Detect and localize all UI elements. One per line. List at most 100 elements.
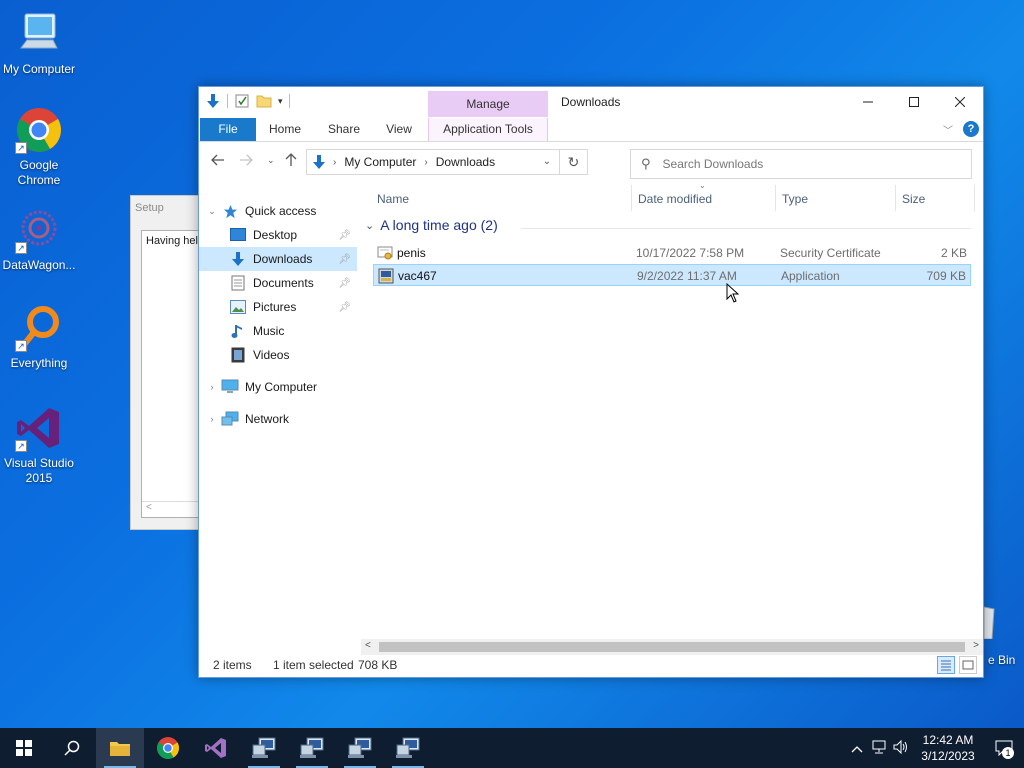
- file-type: Security Certificate: [780, 246, 881, 260]
- nav-item-desktop[interactable]: Desktop 📌︎: [199, 223, 357, 247]
- refresh-icon[interactable]: ↻: [559, 150, 587, 174]
- star-icon: [221, 203, 239, 219]
- scrollbar-thumb[interactable]: [379, 642, 965, 652]
- expand-chevron-icon[interactable]: ›: [203, 382, 221, 392]
- tab-application-tools[interactable]: Application Tools: [428, 118, 548, 141]
- tab-home[interactable]: Home: [261, 118, 309, 141]
- breadcrumb-downloads[interactable]: Downloads: [436, 155, 495, 169]
- pin-icon[interactable]: 📌︎: [338, 230, 351, 241]
- taskbar-setup-app-3[interactable]: [336, 728, 384, 768]
- action-center-button[interactable]: 1: [984, 728, 1024, 768]
- back-arrow-icon: [211, 154, 224, 166]
- pin-icon[interactable]: 📌︎: [338, 302, 351, 313]
- search-box[interactable]: ⚲ Search Downloads: [630, 149, 972, 179]
- scroll-right-icon[interactable]: >: [973, 640, 979, 651]
- taskbar-setup-app-4[interactable]: [384, 728, 432, 768]
- nav-item-videos[interactable]: Videos: [199, 343, 357, 367]
- column-header-size[interactable]: Size: [902, 189, 925, 213]
- nav-item-label: Pictures: [253, 300, 297, 314]
- column-header-type[interactable]: Type: [782, 189, 808, 213]
- file-explorer-window[interactable]: ▾ Manage Downloads File Home Share View …: [198, 86, 984, 678]
- taskbar-visual-studio[interactable]: [192, 728, 240, 768]
- setup-computer-icon: [396, 737, 420, 758]
- setup-window-text: Having help: [146, 235, 205, 247]
- search-icon: ⚲: [641, 156, 651, 171]
- desktop-icon-label: Google Chrome: [17, 158, 61, 187]
- expand-ribbon-icon[interactable]: ﹀: [943, 122, 953, 137]
- expand-chevron-icon[interactable]: ›: [203, 414, 221, 424]
- clock[interactable]: 12:42 AM 3/12/2023: [912, 732, 984, 764]
- column-divider[interactable]: [895, 185, 896, 211]
- show-hidden-icons-chevron-icon[interactable]: [846, 741, 868, 756]
- forward-button[interactable]: [239, 153, 253, 169]
- breadcrumb-chevron-icon[interactable]: ›: [333, 157, 336, 168]
- desktop-icon-label: My Computer: [2, 62, 76, 76]
- pin-icon[interactable]: 📌︎: [338, 254, 351, 265]
- breadcrumb-my-computer[interactable]: My Computer: [344, 155, 416, 169]
- pin-icon[interactable]: 📌︎: [338, 278, 351, 289]
- manage-context-tab[interactable]: Manage: [428, 91, 548, 117]
- up-button[interactable]: [285, 153, 297, 170]
- maximize-button[interactable]: [891, 87, 937, 117]
- column-divider[interactable]: [631, 185, 632, 211]
- tab-share[interactable]: Share: [319, 118, 369, 141]
- nav-quick-access[interactable]: ⌄ Quick access: [203, 199, 361, 223]
- new-folder-icon[interactable]: [256, 93, 272, 109]
- taskbar-chrome[interactable]: [144, 728, 192, 768]
- mouse-cursor-icon: [726, 282, 740, 306]
- customize-toolbar-icon[interactable]: ▾: [278, 96, 283, 107]
- column-divider[interactable]: [974, 185, 975, 211]
- details-view-button[interactable]: [937, 656, 955, 674]
- tab-view[interactable]: View: [377, 118, 421, 141]
- navigation-bar: ⌄ › My Computer › Downloads ⌄ ↻ ⚲ Search…: [199, 143, 983, 179]
- chrome-icon: ↗: [15, 106, 63, 154]
- address-dropdown-icon[interactable]: ⌄: [537, 150, 557, 174]
- start-button[interactable]: [0, 728, 48, 768]
- group-header[interactable]: ⌄ A long time ago (2): [365, 217, 498, 233]
- nav-my-computer[interactable]: › My Computer: [203, 375, 361, 399]
- help-icon[interactable]: ?: [963, 121, 979, 137]
- close-button[interactable]: [937, 87, 983, 117]
- desktop-icon-chrome[interactable]: ↗ Google Chrome: [0, 106, 78, 188]
- column-header-name[interactable]: Name: [377, 189, 409, 213]
- scroll-left-icon[interactable]: <: [365, 640, 371, 651]
- nav-item-documents[interactable]: Documents 📌︎: [199, 271, 357, 295]
- nav-item-downloads[interactable]: Downloads 📌︎: [199, 247, 357, 271]
- film-strip-icon: [229, 347, 247, 363]
- file-row[interactable]: penis 10/17/2022 7:58 PM Security Certif…: [373, 242, 971, 264]
- properties-icon[interactable]: [234, 93, 250, 109]
- large-icons-view-button[interactable]: [959, 656, 977, 674]
- collapse-chevron-icon[interactable]: ⌄: [365, 219, 374, 232]
- desktop-icon-everything[interactable]: ↗ Everything: [0, 304, 78, 371]
- collapse-chevron-icon[interactable]: ⌄: [203, 206, 221, 217]
- column-header-date-modified[interactable]: Date modified: [638, 189, 712, 213]
- desktop-icon-my-computer[interactable]: My Computer: [0, 10, 78, 77]
- download-arrow-icon: [313, 155, 325, 169]
- breadcrumb-chevron-icon[interactable]: ›: [424, 157, 427, 168]
- tab-file[interactable]: File: [200, 118, 256, 141]
- taskbar-setup-app-2[interactable]: [288, 728, 336, 768]
- setup-window[interactable]: Setup Having help <: [130, 195, 211, 530]
- title-bar[interactable]: ▾ Manage Downloads: [199, 87, 983, 117]
- nav-network[interactable]: › Network: [203, 407, 361, 431]
- recent-locations-button[interactable]: ⌄: [267, 155, 275, 166]
- desktop-icon-datawagon[interactable]: ↗ DataWagon...: [0, 206, 78, 273]
- chrome-icon: [157, 737, 179, 759]
- taskbar-file-explorer[interactable]: [96, 728, 144, 768]
- back-button[interactable]: [211, 153, 225, 169]
- network-status-icon[interactable]: [868, 740, 890, 757]
- taskbar-setup-app-1[interactable]: [240, 728, 288, 768]
- nav-item-pictures[interactable]: Pictures 📌︎: [199, 295, 357, 319]
- file-row-selected[interactable]: vac467 9/2/2022 11:37 AM Application 709…: [373, 264, 971, 286]
- shortcut-arrow-icon: ↗: [15, 142, 27, 154]
- minimize-button[interactable]: [845, 87, 891, 117]
- search-button[interactable]: [48, 728, 96, 768]
- file-name: vac467: [398, 269, 437, 283]
- nav-item-music[interactable]: Music: [199, 319, 357, 343]
- setup-computer-icon: [348, 737, 372, 758]
- address-bar[interactable]: › My Computer › Downloads ⌄ ↻: [306, 149, 588, 175]
- column-divider[interactable]: [775, 185, 776, 211]
- desktop-icon-visual-studio[interactable]: ↗ Visual Studio 2015: [0, 404, 78, 486]
- status-bar: 2 items 1 item selected 708 KB: [199, 653, 983, 677]
- volume-icon[interactable]: [890, 739, 912, 757]
